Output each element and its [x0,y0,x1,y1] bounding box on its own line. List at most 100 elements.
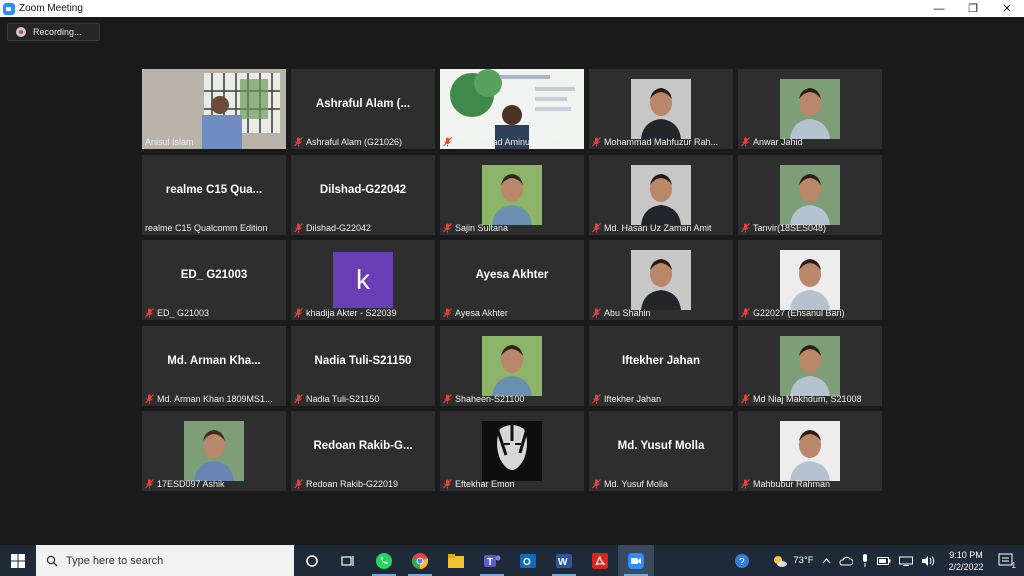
participant-tile[interactable]: Mohammad Mahfuzur Rah... [589,69,733,149]
profile-photo [631,250,691,310]
participant-name-label: Abu Shahin [592,308,729,318]
window-title: Zoom Meeting [19,3,83,14]
participant-tile[interactable]: realme C15 Qua... realme C15 Qualcomm Edi… [142,154,286,235]
participant-display-name: Md. Yusuf Molla [617,440,705,452]
participant-tile[interactable]: Md. Yusuf Molla Md. Yusuf Molla [589,411,733,491]
participant-name: Mahbubur Rahman [753,479,831,489]
participant-tile[interactable]: Ayesa Akhter Ayesa Akhter [440,240,584,320]
participant-tile[interactable]: k khadija Akter - S22039 [291,240,435,320]
system-clock[interactable]: 9:10 PM 2/2/2022 [949,549,984,573]
taskbar-whatsapp[interactable] [366,545,402,576]
search-icon [46,555,58,566]
participant-tile[interactable]: Shaheen-S21100 [440,325,584,406]
participant-name-label: Eftekhar Emon [443,479,580,489]
window-controls: — ❐ ✕ [922,0,1024,17]
participant-tile[interactable]: Mohammad Aminur Rahm... [440,69,584,149]
muted-mic-icon [294,137,303,147]
participant-tile[interactable]: Anwar Jahid [738,69,882,149]
participant-tile[interactable]: Redoan Rakib-G... Redoan Rakib-G22019 [291,411,435,491]
cortana-button[interactable] [294,545,330,576]
participant-tile[interactable]: ED_ G21003 ED_ G21003 [142,240,286,320]
acrobat-icon [592,552,608,569]
restore-button[interactable]: ❐ [956,0,990,17]
svg-text:W: W [558,557,568,568]
volume-button[interactable] [921,555,935,567]
participant-tile[interactable]: Dilshad-G22042 Dilshad-G22042 [291,154,435,235]
help-button[interactable]: ? [734,553,750,569]
weather-widget[interactable]: 73°F [772,554,814,568]
participant-name-label: khadija Akter - S22039 [294,308,431,318]
participant-name-label: Ashraful Alam (G21026) [294,137,431,147]
cortana-icon [306,554,318,567]
participant-name: Dilshad-G22042 [306,222,372,233]
network-icon [898,556,913,566]
notifications-button[interactable]: 1 [998,551,1016,570]
task-view-button[interactable] [330,545,366,576]
close-button[interactable]: ✕ [990,0,1024,17]
weather-temp: 73°F [793,555,814,566]
participant-name-label: Nadia Tuli-S21150 [294,394,431,404]
participant-tile[interactable]: Md. Arman Kha... Md. Arman Khan 1809MS1..… [142,325,286,406]
start-button[interactable] [0,545,36,576]
participant-name: Iftekher Jahan [604,393,662,404]
taskbar-file-explorer[interactable] [438,545,474,576]
battery-icon [876,556,890,565]
profile-photo [482,335,542,396]
participant-name: G22027 (Ehsanul Bari) [753,308,845,318]
participant-name-label: Anwar Jahid [741,137,878,147]
taskbar: Type here to search T O W ? 73°F 9:10 PM… [0,545,1024,576]
task-view-icon [341,555,354,566]
participant-name: Md. Arman Khan 1809MS1... [157,393,273,404]
participant-name-label: Redoan Rakib-G22019 [294,479,431,489]
participant-tile[interactable]: Iftekher Jahan Iftekher Jahan [589,325,733,406]
microphone-button[interactable] [861,554,869,567]
profile-photo [780,164,840,225]
participant-name: Eftekhar Emon [455,479,515,489]
participant-name: khadija Akter - S22039 [306,308,397,318]
muted-mic-icon [294,222,303,233]
participant-tile[interactable]: Md Niaj Makhdum, S21008 [738,325,882,406]
muted-mic-icon [443,393,452,404]
recording-indicator[interactable]: Recording... [7,23,100,41]
muted-mic-icon [741,479,750,489]
participant-name: Md. Yusuf Molla [604,479,668,489]
clock-date: 2/2/2022 [948,561,984,572]
participant-name-label: G22027 (Ehsanul Bari) [741,308,878,318]
minimize-button[interactable]: — [922,0,956,17]
participant-tile[interactable]: Tanvir(18SES048) [738,154,882,235]
participant-display-name: Nadia Tuli-S21150 [314,354,412,367]
outlook-icon: O [520,553,536,568]
taskbar-word[interactable]: W [546,545,582,576]
taskbar-acrobat[interactable] [582,545,618,576]
participant-name: Anisul Islam [145,137,194,147]
taskbar-zoom[interactable] [618,545,654,576]
participant-tile[interactable]: Anisul Islam [142,69,286,149]
participant-tile[interactable]: Nadia Tuli-S21150 Nadia Tuli-S21150 [291,325,435,406]
taskbar-teams[interactable]: T [474,545,510,576]
taskbar-outlook[interactable]: O [510,545,546,576]
network-button[interactable] [898,556,913,566]
taskbar-search[interactable]: Type here to search [36,545,294,576]
participant-tile[interactable]: Ashraful Alam (... Ashraful Alam (G21026) [291,69,435,149]
participant-tile[interactable]: Eftekhar Emon [440,411,584,491]
participant-tile[interactable]: G22027 (Ehsanul Bari) [738,240,882,320]
battery-button[interactable] [876,556,891,566]
participant-display-name: ED_ G21003 [180,269,248,281]
participant-name-label: Mohammad Mahfuzur Rah... [592,137,729,147]
participant-name-label: Md. Arman Khan 1809MS1... [145,394,282,404]
system-tray: ? 73°F 9:10 PM 2/2/2022 1 [730,545,1024,576]
participant-tile[interactable]: Abu Shahin [589,240,733,320]
participant-tile[interactable]: Md. Hasan Uz Zaman Amit [589,154,733,235]
participant-tile[interactable]: Sajin Sultana [440,154,584,235]
taskbar-chrome[interactable] [402,545,438,576]
participant-tile[interactable]: 17ESD097 Ashik [142,411,286,491]
recording-label: Recording... [33,27,82,37]
participant-name: Mohammad Mahfuzur Rah... [604,137,719,147]
participant-name: Ashraful Alam (G21026) [306,137,403,147]
muted-mic-icon [443,308,452,318]
participant-tile[interactable]: Mahbubur Rahman [738,411,882,491]
onedrive-button[interactable] [838,556,853,566]
muted-mic-icon [592,393,601,404]
tray-overflow-button[interactable] [822,557,831,564]
participant-display-name: realme C15 Qua... [165,183,263,196]
